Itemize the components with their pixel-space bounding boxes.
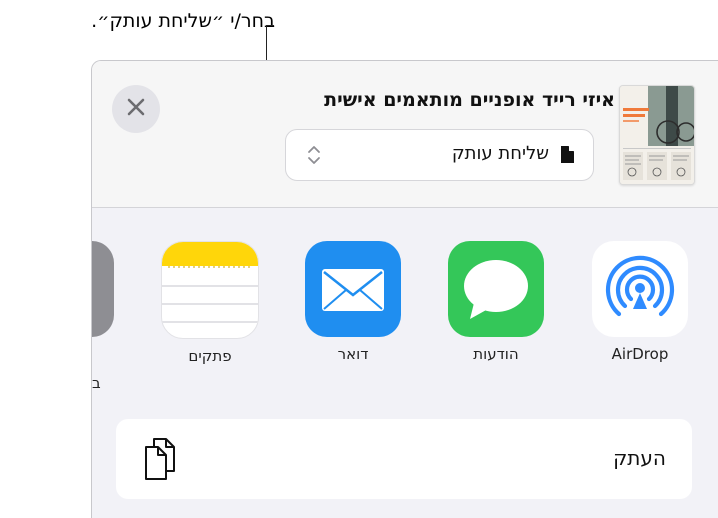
- mail-icon: [305, 241, 401, 337]
- close-button[interactable]: [112, 85, 160, 133]
- callout-text: בחר/י ״שליחת עותק״.: [91, 10, 275, 32]
- share-app-label: AirDrop: [611, 345, 669, 363]
- document-title: איזי רייד אופניים מותאמים אישית: [324, 89, 615, 111]
- close-icon: [126, 97, 146, 121]
- copy-icon: [142, 437, 180, 485]
- share-sheet-header: איזי רייד אופניים מותאמים אישית שליחת עו…: [92, 61, 718, 208]
- share-app-mail[interactable]: דואר: [303, 241, 403, 363]
- send-format-label: שליחת עותק: [451, 143, 549, 164]
- header-divider: [92, 207, 718, 208]
- share-app-messages[interactable]: הודעות: [446, 241, 546, 363]
- share-app-label: פתקים: [188, 347, 232, 365]
- notes-icon: [161, 241, 259, 339]
- messages-icon: [448, 241, 544, 337]
- share-app-row: AirDrop הודעות דואר פתקים: [92, 241, 718, 381]
- share-app-label: הודעות: [473, 345, 519, 363]
- share-app-airdrop[interactable]: AirDrop: [590, 241, 690, 363]
- copy-action[interactable]: העתק: [116, 419, 692, 499]
- document-thumbnail: [619, 85, 695, 185]
- callout-leader-tick: [266, 25, 274, 26]
- share-app-label: דואר: [337, 345, 369, 363]
- share-app-notes[interactable]: פתקים: [160, 241, 260, 365]
- document-icon: [560, 145, 575, 168]
- chevron-up-down-icon: [306, 144, 322, 170]
- airdrop-icon: [592, 241, 688, 337]
- share-sheet: איזי רייד אופניים מותאמים אישית שליחת עו…: [91, 60, 718, 518]
- copy-action-label: העתק: [613, 446, 666, 470]
- send-format-select[interactable]: שליחת עותק: [285, 129, 594, 181]
